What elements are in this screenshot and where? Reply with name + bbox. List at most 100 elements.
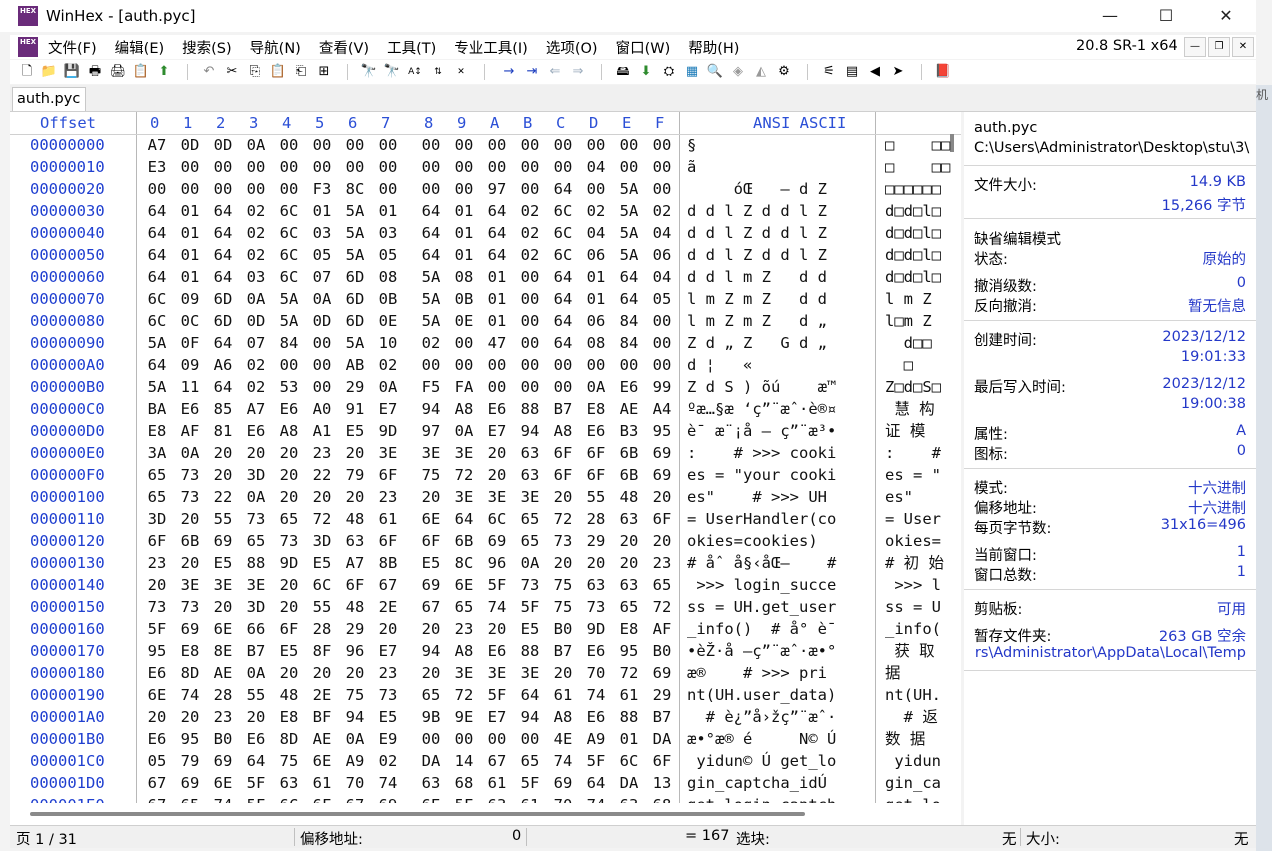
hex-row[interactable]: 00000020 00 00 00 00 00 F3 8C 00 00 00 97 00 64 00 5A 00…: [10, 178, 961, 200]
hex-byte[interactable]: 00: [419, 134, 443, 156]
hex-byte[interactable]: 00: [584, 178, 608, 200]
hex-byte[interactable]: 73: [178, 596, 202, 618]
hex-byte[interactable]: 99: [650, 376, 674, 398]
hex-byte[interactable]: 20: [650, 486, 674, 508]
hex-byte[interactable]: 00: [551, 376, 575, 398]
hex-byte[interactable]: 3E: [452, 662, 476, 684]
hex-byte[interactable]: 64: [145, 266, 169, 288]
ansi-text[interactable]: yidun© Ú get_lo: [687, 750, 836, 772]
hex-row[interactable]: 00000030 64 01 64 02 6C 01 5A 01 64 01 64 02 6C 02 5A 02…: [10, 200, 961, 222]
hex-byte[interactable]: 6C: [277, 266, 301, 288]
hex-byte[interactable]: 5F: [518, 772, 542, 794]
hex-byte[interactable]: 20: [244, 442, 268, 464]
hex-byte[interactable]: 8C: [452, 552, 476, 574]
hex-byte[interactable]: 00: [584, 354, 608, 376]
hex-byte[interactable]: 5A: [419, 288, 443, 310]
print-icon[interactable]: 🖶: [86, 63, 104, 81]
hex-row[interactable]: 00000010 E3 00 00 00 00 00 00 00 00 00 00 00 00 04 00 00…: [10, 156, 961, 178]
hex-byte[interactable]: 00: [518, 728, 542, 750]
hex-byte[interactable]: E6: [178, 398, 202, 420]
hex-byte[interactable]: 97: [419, 420, 443, 442]
hex-byte[interactable]: 61: [518, 794, 542, 803]
hex-byte[interactable]: 63: [584, 574, 608, 596]
hex-byte[interactable]: 00: [211, 178, 235, 200]
hex-byte[interactable]: 55: [310, 596, 334, 618]
hex-byte[interactable]: 64: [419, 244, 443, 266]
hex-byte[interactable]: 20: [485, 618, 509, 640]
hex-byte[interactable]: E5: [376, 706, 400, 728]
hex-byte[interactable]: E6: [485, 640, 509, 662]
hex-byte[interactable]: 9D: [277, 552, 301, 574]
hex-byte[interactable]: E6: [244, 728, 268, 750]
hex-byte[interactable]: 6F: [584, 464, 608, 486]
hex-byte[interactable]: 65: [145, 464, 169, 486]
hex-editor[interactable]: Offset ANSI ASCII 0 1 2 3 4 5 6 7 8 9 A B C D E F 000000…: [10, 112, 961, 803]
hex-byte[interactable]: 00: [145, 178, 169, 200]
hex-row[interactable]: 000000D0 E8 AF 81 E6 A8 A1 E5 9D 97 0A E7 94 A8 E6 B3 95…: [10, 420, 961, 442]
hex-byte[interactable]: FA: [452, 376, 476, 398]
hex-byte[interactable]: 00: [376, 156, 400, 178]
hex-byte[interactable]: 01: [452, 244, 476, 266]
hex-byte[interactable]: 55: [584, 486, 608, 508]
ascii-text[interactable]: es": [885, 486, 913, 508]
hex-byte[interactable]: 4E: [551, 728, 575, 750]
hex-byte[interactable]: 64: [551, 178, 575, 200]
hex-byte[interactable]: 97: [485, 178, 509, 200]
hex-byte[interactable]: E9: [376, 728, 400, 750]
hex-byte[interactable]: 02: [376, 750, 400, 772]
ascii-text[interactable]: Z□d□S□: [885, 376, 941, 398]
hex-byte[interactable]: 00: [310, 134, 334, 156]
hex-byte[interactable]: 72: [452, 464, 476, 486]
ansi-text[interactable]: ºæ…§æ ‘ç”¨æˆ·è®¤: [687, 398, 836, 420]
hex-byte[interactable]: 00: [452, 728, 476, 750]
hex-byte[interactable]: 8B: [376, 552, 400, 574]
hex-byte[interactable]: 64: [211, 266, 235, 288]
hex-row[interactable]: 00000140 20 3E 3E 3E 20 6C 6F 67 69 6E 5F 73 75 63 63 65…: [10, 574, 961, 596]
hex-byte[interactable]: 63: [518, 464, 542, 486]
hex-byte[interactable]: 0A: [452, 420, 476, 442]
hex-byte[interactable]: 04: [650, 266, 674, 288]
hex-byte[interactable]: 74: [485, 596, 509, 618]
hex-byte[interactable]: 0A: [376, 376, 400, 398]
hex-byte[interactable]: 0C: [178, 310, 202, 332]
hex-byte[interactable]: 64: [145, 200, 169, 222]
hex-byte[interactable]: B7: [551, 398, 575, 420]
menu-item-1[interactable]: 编辑(E): [115, 37, 164, 58]
hex-byte[interactable]: 64: [419, 200, 443, 222]
ascii-text[interactable]: = User: [885, 508, 941, 530]
hex-byte[interactable]: 00: [485, 376, 509, 398]
ansi-text[interactable]: •èŽ·å –ç”¨æˆ·æ•°: [687, 640, 836, 662]
hex-byte[interactable]: 5A: [617, 244, 641, 266]
hex-byte[interactable]: 0D: [178, 134, 202, 156]
ansi-text[interactable]: # åˆ å§‹åŒ– #: [687, 552, 836, 574]
hex-byte[interactable]: 64: [485, 244, 509, 266]
hex-byte[interactable]: 01: [452, 200, 476, 222]
hex-byte[interactable]: AF: [178, 420, 202, 442]
hex-byte[interactable]: 69: [211, 530, 235, 552]
hex-byte[interactable]: 67: [145, 794, 169, 803]
hex-byte[interactable]: 00: [178, 156, 202, 178]
ascii-text[interactable]: d□d□l□: [885, 266, 941, 288]
hex-byte[interactable]: A0: [310, 398, 334, 420]
hex-byte[interactable]: 0A: [310, 288, 334, 310]
hex-row[interactable]: 00000070 6C 09 6D 0A 5A 0A 6D 0B 5A 0B 01 00 64 01 64 05…: [10, 288, 961, 310]
hex-row[interactable]: 00000000 A7 0D 0D 0A 00 00 00 00 00 00 00 00 00 00 00 00…: [10, 134, 961, 156]
hex-byte[interactable]: A9: [584, 728, 608, 750]
hex-byte[interactable]: 55: [244, 684, 268, 706]
ansi-text[interactable]: óŒ — d Z: [687, 178, 827, 200]
hex-byte[interactable]: 14: [452, 750, 476, 772]
hex-byte[interactable]: 72: [650, 596, 674, 618]
hex-byte[interactable]: 69: [650, 442, 674, 464]
hex-row[interactable]: 000000B0 5A 11 64 02 53 00 29 0A F5 FA 00 00 00 0A E6 99…: [10, 376, 961, 398]
hex-byte[interactable]: 20: [211, 596, 235, 618]
hex-byte[interactable]: 72: [310, 508, 334, 530]
hex-byte[interactable]: 75: [551, 574, 575, 596]
hex-byte[interactable]: 47: [485, 332, 509, 354]
hex-byte[interactable]: E7: [376, 640, 400, 662]
hex-byte[interactable]: 02: [650, 200, 674, 222]
hex-byte[interactable]: 00: [419, 728, 443, 750]
hex-byte[interactable]: F5: [419, 376, 443, 398]
hex-row[interactable]: 00000090 5A 0F 64 07 84 00 5A 10 02 00 47 00 64 08 84 00…: [10, 332, 961, 354]
hex-byte[interactable]: 6C: [145, 288, 169, 310]
hex-byte[interactable]: 06: [584, 244, 608, 266]
